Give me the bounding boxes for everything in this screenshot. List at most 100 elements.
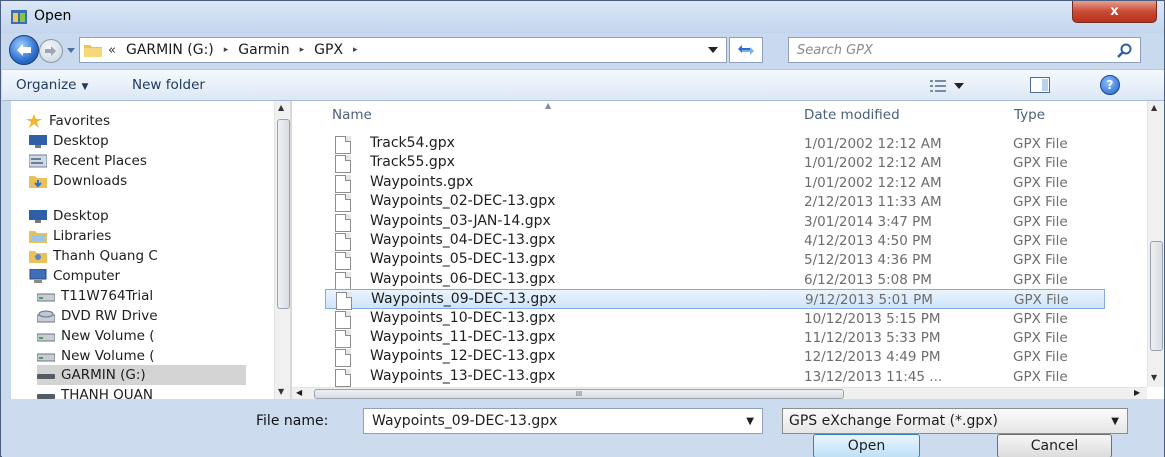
file-row[interactable]: Waypoints_10-DEC-13.gpx 10/12/2013 5:15 P… — [325, 309, 1105, 329]
address-bar[interactable]: « GARMIN (G:) ▸ Garmin ▸ GPX ▸ — [79, 37, 727, 63]
nav-item[interactable]: THANH QUAN — [37, 385, 153, 399]
sort-indicator-icon: ▲ — [545, 101, 552, 110]
nav-item[interactable]: Desktop — [29, 131, 109, 151]
dialog-footer: File name: Waypoints_09-DEC-13.gpx ▼ GPS… — [2, 399, 1164, 457]
computer-icon — [29, 268, 47, 283]
nav-item-label: Favorites — [49, 113, 110, 129]
nav-item[interactable]: DVD RW Drive — [36, 306, 158, 326]
nav-item[interactable]: T11W764Trial — [36, 286, 153, 306]
breadcrumb-separator[interactable]: ▸ — [224, 45, 229, 55]
open-button[interactable]: Open — [813, 434, 920, 457]
file-row[interactable]: Waypoints_13-DEC-13.gpx 13/12/2013 11:45 … — [325, 367, 1105, 387]
back-button[interactable] — [9, 35, 39, 65]
nav-item[interactable]: Libraries — [29, 226, 111, 246]
nav-item[interactable]: Downloads — [29, 171, 127, 191]
scroll-down-arrow-icon[interactable]: ▼ — [1151, 373, 1157, 382]
file-list-scroll-thumb[interactable] — [1150, 241, 1163, 351]
column-header-date-modified[interactable]: Date modified — [804, 107, 900, 123]
back-arrow-icon — [17, 44, 31, 56]
downloads-folder-icon — [29, 174, 47, 188]
chevron-down-icon[interactable]: ▼ — [1111, 416, 1119, 427]
nav-item[interactable]: New Volume ( — [36, 346, 155, 366]
nav-item[interactable]: Computer — [29, 266, 120, 286]
file-row[interactable]: Waypoints_11-DEC-13.gpx 11/12/2013 5:33 P… — [325, 328, 1105, 348]
file-row[interactable]: Track55.gpx 1/01/2002 12:12 AM GPX File — [325, 153, 1105, 173]
file-row[interactable]: Waypoints_06-DEC-13.gpx 6/12/2013 5:08 PM… — [325, 270, 1105, 290]
command-toolbar: Organize ▼ New folder ? — [2, 69, 1164, 101]
file-row[interactable]: Waypoints_12-DEC-13.gpx 12/12/2013 4:49 P… — [325, 347, 1105, 367]
change-view-button[interactable] — [930, 77, 980, 95]
nav-item-label: New Volume ( — [61, 348, 155, 364]
file-name-input[interactable]: Waypoints_09-DEC-13.gpx ▼ — [363, 408, 763, 434]
file-date-modified: 13/12/2013 11:45 ... — [804, 369, 943, 385]
nav-item[interactable]: New Volume ( — [36, 326, 155, 346]
file-name-value: Waypoints_09-DEC-13.gpx — [372, 413, 558, 429]
breadcrumb-separator[interactable]: ▸ — [353, 45, 358, 55]
recent-pages-dropdown[interactable] — [65, 43, 77, 57]
file-list[interactable]: Name ▲ Date modified Type Track54.gpx 1/0… — [292, 101, 1164, 399]
dvd-drive-icon — [36, 309, 56, 323]
file-date-modified: 1/01/2002 12:12 AM — [804, 136, 942, 152]
scroll-up-arrow-icon[interactable]: ▲ — [278, 103, 284, 112]
removable-drive-icon — [37, 388, 55, 399]
file-list-horizontal-scrollbar[interactable]: ◀ III ▶ — [292, 387, 1147, 399]
nav-item[interactable]: GARMIN (G:) — [37, 365, 246, 385]
scroll-up-arrow-icon[interactable]: ▲ — [1151, 103, 1157, 112]
file-icon — [335, 136, 351, 154]
libraries-icon — [29, 229, 47, 243]
file-type: GPX File — [1013, 330, 1068, 346]
nav-item[interactable]: Favorites — [25, 111, 110, 131]
nav-item[interactable]: Thanh Quang C — [29, 246, 158, 266]
breadcrumb-garmin[interactable]: Garmin — [238, 42, 289, 58]
close-icon: x — [1110, 4, 1119, 19]
cancel-button[interactable]: Cancel — [997, 434, 1112, 457]
file-row[interactable]: Track54.gpx 1/01/2002 12:12 AM GPX File — [325, 134, 1105, 154]
star-icon — [25, 114, 43, 128]
close-button[interactable]: x — [1072, 1, 1157, 23]
nav-item[interactable]: Desktop — [29, 206, 109, 226]
chevron-down-icon[interactable]: ▼ — [746, 416, 754, 427]
file-list-vertical-scrollbar[interactable]: ▲ ▼ — [1147, 101, 1164, 387]
file-list-horizontal-thumb[interactable]: III — [314, 389, 844, 399]
search-input[interactable]: Search GPX — [788, 37, 1141, 63]
file-row[interactable]: Waypoints_05-DEC-13.gpx 5/12/2013 4:36 PM… — [325, 250, 1105, 270]
scroll-left-arrow-icon[interactable]: ◀ — [296, 388, 302, 397]
refresh-button[interactable] — [729, 37, 763, 63]
navigation-pane[interactable]: Favorites Desktop Recent Places Downloads De… — [11, 101, 291, 399]
file-row[interactable]: Waypoints.gpx 1/01/2002 12:12 AM GPX File — [325, 173, 1105, 193]
breadcrumb-gpx[interactable]: GPX — [314, 42, 343, 58]
file-type-select[interactable]: GPS eXchange Format (*.gpx) ▼ — [782, 408, 1128, 434]
nav-item[interactable]: Recent Places — [28, 151, 147, 171]
scroll-down-arrow-icon[interactable]: ▼ — [278, 387, 284, 396]
file-icon — [335, 214, 351, 232]
help-button[interactable]: ? — [1100, 75, 1120, 95]
file-icon — [335, 349, 351, 367]
nav-item-label: GARMIN (G:) — [61, 367, 146, 383]
search-icon[interactable] — [1117, 43, 1133, 59]
file-name: Waypoints_05-DEC-13.gpx — [370, 251, 556, 267]
file-icon — [335, 175, 351, 193]
breadcrumb-garmin-drive[interactable]: GARMIN (G:) — [126, 42, 214, 58]
file-name: Waypoints_06-DEC-13.gpx — [370, 271, 556, 287]
column-header-name[interactable]: Name — [332, 107, 372, 123]
scroll-right-arrow-icon[interactable]: ▶ — [1134, 388, 1140, 397]
organize-button[interactable]: Organize ▼ — [16, 77, 88, 93]
preview-pane-button[interactable] — [1030, 77, 1050, 93]
breadcrumb-separator[interactable]: ▸ — [300, 45, 305, 55]
file-row[interactable]: Waypoints_09-DEC-13.gpx 9/12/2013 5:01 PM… — [325, 289, 1105, 310]
navigation-scroll-thumb[interactable] — [277, 119, 290, 309]
nav-item-label: Recent Places — [53, 153, 147, 169]
file-row[interactable]: Waypoints_03-JAN-14.gpx 3/01/2014 3:47 PM… — [325, 212, 1105, 232]
forward-button[interactable] — [39, 39, 63, 63]
file-row[interactable]: Waypoints_02-DEC-13.gpx 2/12/2013 11:33 A… — [325, 192, 1105, 212]
column-header-type[interactable]: Type — [1014, 107, 1045, 123]
address-dropdown-button[interactable] — [701, 37, 725, 63]
breadcrumb-overflow[interactable]: « — [108, 43, 116, 58]
file-row[interactable]: Waypoints_04-DEC-13.gpx 4/12/2013 4:50 PM… — [325, 231, 1105, 251]
navigation-scrollbar[interactable]: ▲ ▼ — [274, 101, 290, 399]
file-icon — [335, 194, 351, 212]
nav-item-label: Thanh Quang C — [53, 248, 158, 264]
title-bar[interactable]: Open x — [1, 1, 1164, 33]
new-folder-button[interactable]: New folder — [132, 77, 205, 93]
file-date-modified: 6/12/2013 5:08 PM — [804, 272, 932, 288]
